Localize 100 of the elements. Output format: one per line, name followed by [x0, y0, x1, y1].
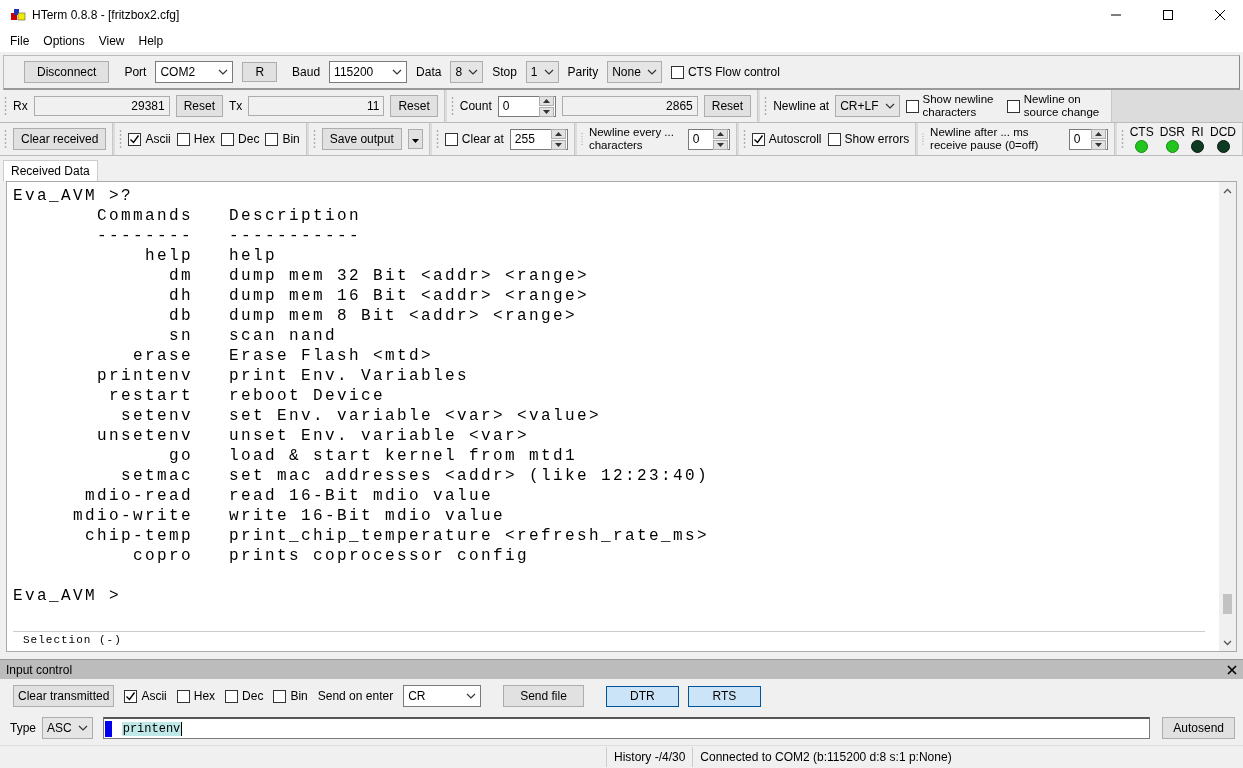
refresh-button[interactable]: R [242, 62, 278, 82]
menu-item[interactable]: Help [131, 34, 171, 48]
cursor-marker [104, 720, 112, 737]
checkbox-label: Bin [290, 689, 308, 703]
grip-handle[interactable] [312, 129, 316, 149]
menu-item[interactable]: File [3, 34, 37, 48]
caret-icon [77, 725, 88, 731]
dropdown[interactable]: None [607, 61, 662, 83]
toolbar-button[interactable]: Send file [503, 685, 584, 707]
checkbox[interactable] [128, 132, 142, 146]
terminal-line: Commands Description [96, 206, 363, 226]
checkbox[interactable] [273, 689, 287, 703]
grip-handle[interactable] [764, 96, 768, 116]
terminal-line: printenv print Env. Variables [96, 366, 471, 386]
checkbox[interactable] [827, 132, 841, 146]
counter-field: 11 [248, 96, 385, 116]
grip-handle[interactable] [450, 96, 454, 116]
triangle-up-icon [542, 98, 550, 103]
maximize-icon [1163, 10, 1173, 20]
menu-item[interactable]: Options [36, 34, 92, 48]
spin-up-button[interactable] [712, 128, 728, 139]
checkbox[interactable] [444, 132, 458, 146]
led-label: CTS [1129, 125, 1154, 139]
grip-handle[interactable] [1120, 129, 1124, 149]
checkbox-label: Ascii [145, 132, 171, 146]
scroll-up-icon[interactable] [1223, 187, 1232, 194]
toolbar-button[interactable]: Disconnect [24, 61, 110, 83]
spin-up-button[interactable] [1090, 128, 1106, 139]
dropdown[interactable]: CR+LF [835, 95, 900, 117]
triangle-down-icon [554, 142, 562, 147]
dropdown[interactable]: ASC [42, 717, 93, 739]
field-label: Stop [492, 65, 517, 79]
checkbox[interactable] [176, 689, 190, 703]
input-field[interactable]: printenv [102, 717, 1151, 739]
checkbox-label: Autoscroll [768, 132, 822, 146]
checkbox[interactable] [176, 132, 190, 146]
terminal-line: mdio-read read 16-Bit mdio value [84, 486, 495, 506]
option-label: Newline after ... ms receive pause (0=off) [930, 126, 1040, 152]
spin-down-button[interactable] [712, 139, 728, 150]
field-label: Data [416, 65, 442, 79]
checkbox[interactable] [670, 65, 684, 79]
terminal-line: sn scan nand [168, 326, 339, 346]
dropdown[interactable]: 115200 [329, 61, 408, 83]
toolbar-button[interactable]: Reset [390, 95, 438, 117]
spin-up-button[interactable] [538, 95, 554, 106]
dropdown[interactable]: 8 [450, 61, 484, 83]
tab[interactable]: Received Data [3, 160, 98, 181]
toolbar-button[interactable]: Clear received [13, 128, 107, 150]
checkbox[interactable] [1006, 99, 1020, 113]
grip-handle[interactable] [742, 129, 746, 149]
tick-icon [752, 133, 764, 145]
toolbar-button[interactable]: Reset [175, 95, 224, 117]
spin-down-button[interactable] [538, 106, 554, 117]
terminal-line: help help [144, 246, 279, 266]
spin-up-button[interactable] [550, 128, 566, 139]
checkbox[interactable] [225, 689, 239, 703]
toggle-button[interactable]: DTR [605, 685, 679, 707]
checkbox[interactable] [221, 132, 235, 146]
checkbox-label: Hex [193, 132, 216, 146]
toolbar-button[interactable]: Reset [703, 95, 752, 117]
spin-down-button[interactable] [1090, 139, 1106, 150]
scroll-down-icon[interactable] [1223, 639, 1232, 646]
spin-down-button[interactable] [550, 139, 566, 150]
toggle-button[interactable]: RTS [687, 685, 761, 707]
status-text: History -/4/30 [606, 747, 693, 767]
spin-field[interactable]: 0 [687, 128, 730, 150]
checkbox[interactable] [905, 99, 919, 113]
dropdown[interactable]: COM2 [155, 61, 234, 83]
checkbox-label: CTS Flow control [687, 65, 780, 79]
terminal-line: setmac set mac addresses <addr> (like 12:23:40) [120, 466, 711, 486]
triangle-down-icon [1094, 142, 1102, 147]
terminal-line: copro prints coprocessor config [132, 546, 531, 566]
toolbar-button[interactable]: Clear transmitted [13, 685, 115, 707]
scroll-thumb[interactable] [1223, 594, 1232, 614]
menu-item[interactable]: View [91, 34, 132, 48]
autosend-button[interactable]: Autosend [1162, 717, 1235, 739]
window-title: HTerm 0.8.8 - [fritzbox2.cfg] [32, 8, 181, 22]
terminal-line: setenv set Env. variable <var> <value> [120, 406, 603, 426]
save-button[interactable]: Save output [321, 128, 402, 150]
dropdown[interactable]: 1 [525, 61, 559, 83]
grip-handle[interactable] [119, 129, 123, 149]
spin-field[interactable]: 0 [1068, 128, 1108, 150]
grip-handle[interactable] [4, 96, 7, 116]
dropdown-button[interactable] [407, 129, 423, 149]
checkbox[interactable] [124, 689, 138, 703]
dropdown[interactable]: CR [403, 685, 482, 707]
checkbox[interactable] [265, 132, 279, 146]
spin-field[interactable]: 0 [497, 95, 556, 117]
field-label: Type [10, 721, 36, 735]
grip-handle[interactable] [4, 129, 7, 149]
field-label: Rx [13, 99, 28, 113]
close-icon[interactable] [1227, 664, 1237, 675]
spin-field[interactable]: 255 [509, 128, 568, 150]
checkbox[interactable] [751, 132, 765, 146]
terminal-line: dh dump mem 16 Bit <addr> <range> [168, 286, 591, 306]
terminal-line: go load & start kernel from mtd1 [168, 446, 579, 466]
scrollbar[interactable] [1219, 182, 1236, 651]
checkbox-label: Dec [238, 132, 260, 146]
grip-handle[interactable] [435, 129, 439, 149]
tick-icon [125, 690, 137, 702]
